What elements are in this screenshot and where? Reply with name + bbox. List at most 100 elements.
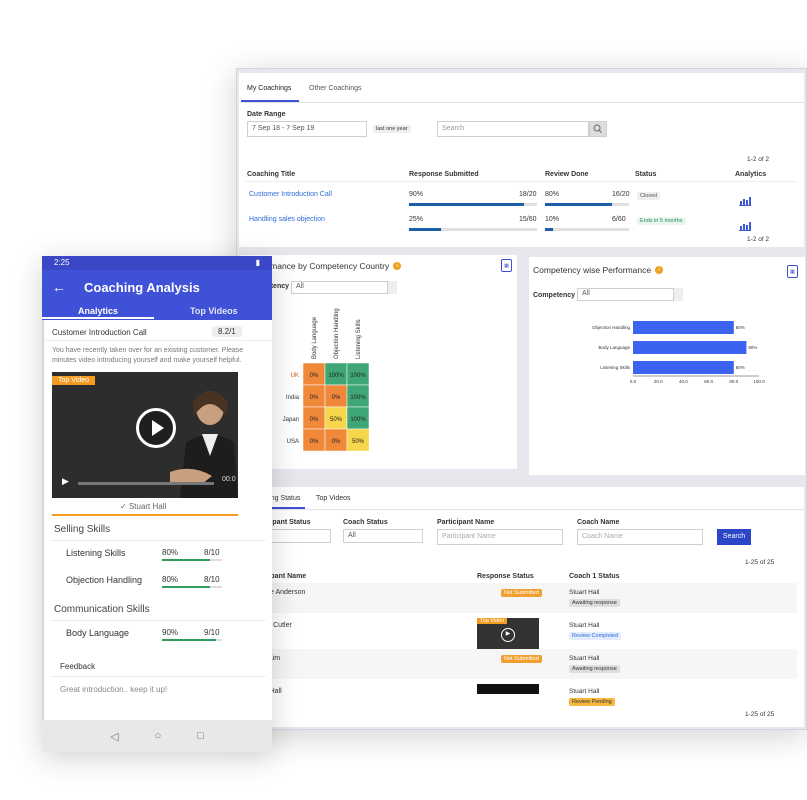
coach-name-input[interactable]: Coach Name [577,529,703,545]
date-range-chip[interactable]: last one year [373,125,411,133]
coach-name: Stuart Hall [569,589,600,596]
coach-status-label: Coach Status [343,519,388,526]
tabs-divider [239,509,804,510]
review-fraction: 16/20 [612,191,630,198]
heatmap-cell-label: 0% [310,417,319,423]
export-icon[interactable]: ▦ [501,259,512,272]
bar[interactable] [633,361,734,374]
heatmap-x-label: Listening Skills [356,319,362,359]
heatmap-cell-label: 0% [310,439,319,445]
heatmap-cell-label: 50% [330,417,343,423]
video-progress[interactable] [78,482,214,485]
review-percent: 10% [545,216,560,223]
competency-performance-card: Competency wise Performance i ▦ Competen… [529,257,805,475]
tab-other-coachings[interactable]: Other Coachings [309,85,362,92]
response-status-badge: Not Submitted [501,589,542,597]
export-icon[interactable]: ▦ [787,265,798,278]
response-fraction: 15/60 [519,216,537,223]
heatmap-cell-label: 100% [350,395,366,401]
coaching-title-link[interactable]: Customer Introduction Call [249,191,332,198]
pager2-top: 1-25 of 25 [745,559,775,566]
coach-status-badge: Review Completed [569,632,622,640]
heatmap-cell-label: 0% [310,395,319,401]
bar-category-label: Listening Skills [600,365,631,370]
review-progress [545,228,629,231]
desktop-window: My Coachings Other Coachings Date Range … [236,68,807,730]
analytics-icon[interactable] [739,193,751,211]
score-badge: 8.2/1 [212,326,242,337]
nav-home-icon[interactable]: ○ [155,730,162,742]
app-bar: ← Coaching Analysis [42,270,272,304]
skill-name: Objection Handling [66,575,143,585]
skill-bar [162,559,210,561]
play-small-icon[interactable]: ▶ [62,476,69,487]
col-status: Status [635,171,657,178]
x-tick-label: 20.0 [654,379,663,384]
video-player[interactable]: Top Video ▶ 00:0 [52,372,238,498]
play-icon[interactable]: ▶ [501,628,515,642]
coaching-title-link[interactable]: Handling sales objection [249,216,325,223]
coach-name: Stuart Hall [569,688,600,695]
skill-percent: 90% [162,628,179,637]
heatmap-cell-label: 50% [352,439,365,445]
phone-content: Customer Introduction Call 8.2/1 You hav… [44,320,272,720]
tabs-divider [239,102,804,103]
performance-country-card: Performance by Competency Country i ▦ Co… [239,255,517,469]
skill-percent: 80% [162,548,179,557]
bar[interactable] [633,321,734,334]
search-button[interactable]: Search [717,529,751,545]
coach-status-badge: Review Pending [569,698,615,706]
bar-value-label: 80% [736,365,745,370]
heatmap-cell-label: 100% [328,373,344,379]
col-response-status: Response Status [477,573,534,580]
divider [44,340,272,341]
coach-status-badge: Awaiting response [569,665,620,673]
coach-name: Stuart Hall [569,622,600,629]
analytics-icon[interactable] [739,218,751,236]
bar[interactable] [633,341,747,354]
col-response: Response Submitted [409,171,479,178]
col-coach-status: Coach 1 Status [569,573,620,580]
date-range-input[interactable]: 7 Sep 18 - 7 Sep 19 [247,121,367,137]
battery-icon: ▮ [255,258,260,267]
competency-select[interactable]: All [577,288,683,301]
competency-select[interactable]: All [291,281,397,294]
check-icon: ✓ [120,502,129,511]
bar-category-label: Body Language [598,345,630,350]
tab-analytics[interactable]: Analytics [42,306,154,319]
pager2-bottom: 1-25 of 25 [745,711,775,718]
tab-top-videos[interactable]: Top Videos [190,306,238,316]
android-nav-bar: ◁ ○ □ [42,720,272,752]
bar-value-label: 80% [736,325,745,330]
bar-chart: Objection Handling 80% Body Language 90% Lis… [592,321,765,384]
select-arrow [673,288,683,301]
response-video-thumb[interactable]: Top Video ▶ [477,618,539,652]
row-background [245,649,797,679]
skill-section-title: Selling Skills [54,524,111,535]
search-input[interactable]: Search [437,121,589,137]
skill-name: Listening Skills [66,548,126,558]
call-description: You have recently taken over for an exis… [52,347,244,364]
skill-name: Body Language [66,628,130,638]
heatmap-cell-label: 100% [350,417,366,423]
info-icon[interactable]: i [393,262,401,270]
nav-back-icon[interactable]: ◁ [110,730,118,743]
tab-top-videos[interactable]: Top Videos [316,495,351,502]
participant-name-input[interactable]: Participant Name [437,529,563,545]
col-coaching-title: Coaching Title [247,171,296,178]
play-icon[interactable] [136,408,176,448]
date-range-label: Date Range [247,111,286,118]
search-button[interactable] [589,121,607,137]
col-review: Review Done [545,171,589,178]
heatmap-y-label: UK [291,373,299,379]
response-video-thumb[interactable] [477,684,539,694]
info-icon[interactable]: i [655,266,663,274]
response-status-badge: Not Submitted [501,655,542,663]
coachings-card: My Coachings Other Coachings Date Range … [239,73,804,247]
heatmap-cell-label: 0% [310,373,319,379]
tab-my-coachings[interactable]: My Coachings [247,85,291,92]
coach-status-select[interactable]: All [343,529,423,543]
x-tick-label: 80.0 [729,379,738,384]
back-arrow-icon[interactable]: ← [52,279,66,295]
nav-recents-icon[interactable]: □ [197,730,204,742]
